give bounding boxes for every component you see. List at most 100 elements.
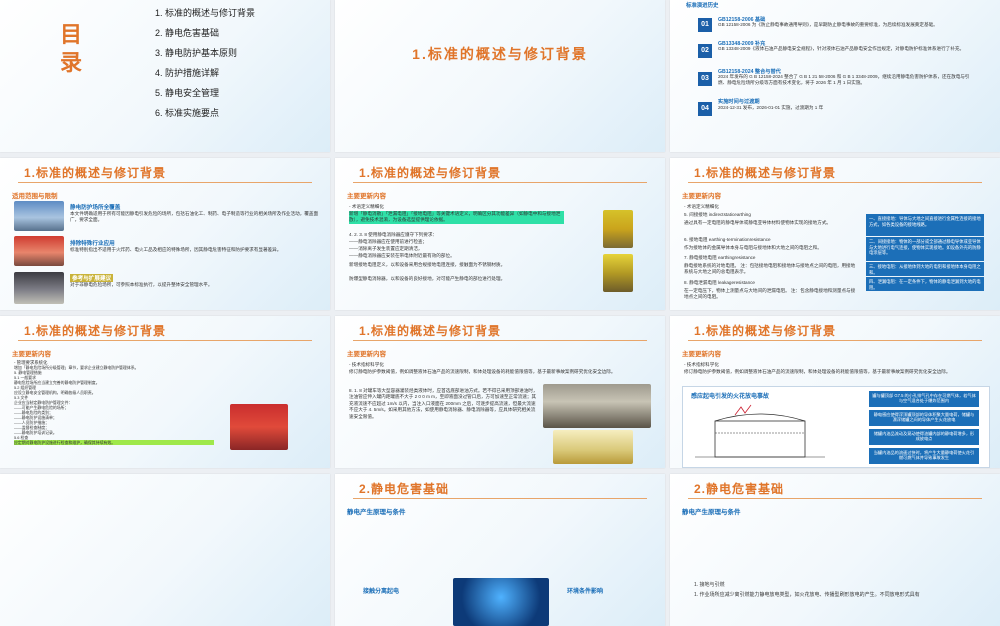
section-heading: 适用范围与限制 [12, 193, 58, 200]
title-divider [18, 340, 312, 341]
section-heading: 主要更新内容 [682, 193, 721, 200]
slide-tech-2[interactable]: 1.标准的概述与修订背景 主要更新内容 - 技术指标科学化 修订静电防护参数阈值… [670, 316, 1000, 468]
body-line: 4. 2. 3. 8 使用静电消除器应遵守下列要求： [349, 232, 438, 237]
slide-update-1[interactable]: 1.标准的概述与修订背景 主要更新内容 - 术语定义精细化 新增「静电消散」「泄… [335, 158, 665, 310]
card-title: 排除特殊行业应用 [70, 241, 115, 247]
charge-photo [453, 578, 549, 626]
timeline-heading: 标准演进历史 [686, 3, 719, 9]
flow-step: 罐与罐顶部 G7.5 的小孔排气孔中存在可燃气体，若气体与空气混合处于爆炸范围内 [869, 391, 979, 407]
timeline-body: GB 13348-2009《液体石油产品静电安全规程》，针对液体石油产品静电安全… [718, 46, 965, 51]
toc-item-1[interactable]: 1. 标准的概述与修订背景 [155, 6, 255, 19]
section-heading: 主要更新内容 [682, 351, 721, 358]
section-heading: 静电产生原理与条件 [682, 509, 741, 516]
card-title: 接触分离起电 [363, 589, 400, 595]
timeline-body: GB 12158-2006 为《防止静电事故通用导则》，是早期防止静电事故的重要… [718, 22, 938, 27]
title-divider [688, 340, 982, 341]
slide-hazard-1[interactable]: 2.静电危害基础 静电产生原理与条件 接触分离起电 环境条件影响 [335, 474, 665, 626]
slide-scope[interactable]: 1.标准的概述与修订背景 适用范围与限制 静电防护场所全覆盖 本文件明确适用于所… [0, 158, 330, 310]
card-body: 对于非静电危险场所，可参照本标准执行，以提升整体安全管理水平。 [70, 282, 213, 287]
slide-timeline[interactable]: 标准演进历史 01 GB12158-2006 基础 GB 12158-2006 … [670, 0, 1000, 152]
flow-step: 当罐内油品的流速过快时，将产生大量静电荷使火花引燃可燃气体并导致事故发生 [869, 448, 979, 464]
slide-toc[interactable]: 目录 1. 标准的概述与修订背景 2. 静电危害基础 3. 静电防护基本原则 4… [0, 0, 330, 152]
slide-title: 1.标准的概述与修订背景 [359, 324, 502, 338]
body-highlight: 新增「静电消散」「泄漏电阻」「接地电阻」等关键术语定义，明确区分其功能差异（如静… [349, 211, 564, 224]
timeline-body: 2024-12-31 发布，2026-01-01 实施，过渡期为 1 年 [718, 105, 824, 110]
slide-title: 2.静电危害基础 [694, 482, 785, 496]
body-line: - 技术指标科学化 [349, 362, 384, 367]
title-divider [353, 182, 647, 183]
body-line: 新增接地电阻定义，以和设备采用合规接地电阻连接，接触面为不锈钢材质。 [349, 262, 506, 267]
body-line: 修订静电防护参数阈值，例如调整液体石油产品的流速限制，和体处理设备的耗能值限值等… [349, 369, 616, 374]
industrial-photo [14, 236, 64, 266]
eliminator-photo-2 [603, 254, 633, 292]
slide-title: 1.标准的概述与修订背景 [24, 324, 167, 338]
tank-illustration [695, 404, 825, 458]
slide-title: 1.标准的概述与修订背景 [24, 166, 167, 180]
timeline-num: 03 [698, 72, 712, 86]
timeline-num: 02 [698, 44, 712, 58]
body-line: 作为接地体的金属导体本身与电阻与接地体和大地之间的电阻之和。 [684, 245, 822, 250]
equipment-photo [230, 404, 288, 450]
slide-blank[interactable] [0, 474, 330, 626]
body-line: - 技术指标科学化 [684, 362, 719, 367]
diagram-panel: 感应起电引发的火花放电事故 罐与罐顶部 G7.5 的小孔排气孔中存在可燃气体，若… [682, 386, 990, 468]
body-line: 7. 静电接地电阻 earthingresistance [684, 255, 756, 260]
toc-item-6[interactable]: 6. 标准实施要点 [155, 106, 219, 119]
body-line: 1. 接地与引燃 [694, 582, 725, 588]
section-heading: 主要更新内容 [12, 351, 51, 358]
body-line: 5. 间接接地 indirectstaticearthing [684, 212, 751, 217]
timeline-num: 04 [698, 102, 712, 116]
body-line: 1. 作业场所应减少离引燃能力静电放电类型，如火花放电、传播型刷形放电的产生。不… [694, 592, 920, 598]
facility-photo [14, 272, 64, 304]
loading-diagram [553, 430, 633, 464]
slide-title: 1.标准的概述与修订背景 [694, 324, 837, 338]
card-title: 静电防护场所全覆盖 [70, 205, 121, 211]
section-heading: 主要更新内容 [347, 193, 386, 200]
slide-title: 1.标准的概述与修订背景 [694, 166, 837, 180]
body-line: 修订静电防护参数阈值，例如调整液体石油产品的流速限制，和体处理设备的耗能值限值等… [684, 369, 951, 374]
body-line: ——消除离子发生装置应定期清洁， [349, 246, 423, 251]
toc-item-3[interactable]: 3. 静电防护基本原则 [155, 46, 237, 59]
timeline-body: 2024 年发布的 G B 12158-2024 整合了 G B 1 21 58… [718, 74, 970, 85]
title-divider [18, 182, 312, 183]
toc-item-5[interactable]: 5. 静电安全管理 [155, 86, 219, 99]
toc-item-2[interactable]: 2. 静电危害基础 [155, 26, 219, 39]
slide-hazard-2[interactable]: 2.静电危害基础 静电产生原理与条件 1. 接地与引燃 1. 作业场所应减少离引… [670, 474, 1000, 626]
card-body: 标准特别指出不适用于火炸药、电火工品及相应的特殊场所，因其静电危害特征和防护要求… [70, 247, 282, 252]
factory-photo [14, 201, 64, 231]
body-line: 在一定电压下，物体上测量点与大地间的泄漏电阻。 注：包含静电接地和测量点与接地点… [684, 288, 856, 300]
section-title: 1.标准的概述与修订背景 [412, 46, 588, 62]
card-title: 环境条件影响 [567, 589, 604, 595]
definition-box: 二、间接接地：物体的一部分或全部通过静电导体或亚导体与大地进行电气连接，使物体实… [866, 237, 984, 261]
definition-box: 四、泄漏电阻：在一定条件下，物体的静电泄漏到大地的电阻。 [866, 277, 984, 291]
slide-title: 2.静电危害基础 [359, 482, 450, 496]
body-line: ——静电消除器应在使用前进行检查； [349, 239, 428, 244]
eliminator-photo-1 [603, 210, 633, 248]
title-divider [688, 498, 982, 499]
slide-update-2[interactable]: 1.标准的概述与修订背景 主要更新内容 - 术语定义精细化 5. 间接接地 in… [670, 158, 1000, 310]
body-line: - 术语定义精细化 [349, 204, 384, 209]
body-line: - 术语定义精细化 [684, 204, 719, 209]
title-divider [353, 498, 647, 499]
slide-tech-1[interactable]: 1.标准的概述与修订背景 主要更新内容 - 技术指标科学化 修订静电防护参数阈值… [335, 316, 665, 468]
body-line: 通过具有一定电阻的静电导体或静电亚导体材料使物体实现的接地方式。 [684, 220, 832, 225]
section-heading: 静电产生原理与条件 [347, 509, 406, 516]
flow-step: 储罐内油品流动及晃动使得油罐内部的静电荷增多，形成放电点 [869, 429, 979, 445]
title-divider [688, 182, 982, 183]
body-line: 8. 1. 8 对罐车等大型容器灌装烃类液体时，应首选底部进油方式。若不得已采用… [349, 388, 538, 419]
slide-section-1[interactable]: 1.标准的概述与修订背景 [335, 0, 665, 152]
section-heading: 主要更新内容 [347, 351, 386, 358]
body-line: 8. 静电泄漏电阻 leakageresistance [684, 280, 755, 285]
body-line: 6. 接地电阻 earthing-terminationresistance [684, 237, 771, 242]
toc-item-4[interactable]: 4. 防护措施详解 [155, 66, 219, 79]
diagram-title: 感应起电引发的火花放电事故 [691, 394, 770, 400]
card-title: 参考与扩展建议 [70, 274, 114, 282]
body-line: ——静电消除器应安装在带电体附近最有效的部位。 [349, 253, 455, 258]
definition-box: 三、接地电阻：从接地体到大地的电阻和接地体本身电阻之和。 [866, 262, 984, 276]
timeline-title: 实施时间与过渡期 [718, 99, 760, 105]
body-line: 静电接地系统的对地电阻。 注：包括接地电阻和接地体与接地点之间的电阻，用接地系统… [684, 263, 856, 275]
body-line: 防爆型静电消除器，以和设备的良好接地，对可能产生静电的部位进行处理。 [349, 276, 506, 281]
tanker-photo [543, 384, 651, 428]
slide-management[interactable]: 1.标准的概述与修订背景 主要更新内容 - 管理要求系统化 增加「静电危险场所分… [0, 316, 330, 468]
flow-step: 静电感应使得浮顶罐顶部的导体积聚大量电荷，储罐与漂浮储罐之间的导体产生火花放电 [869, 410, 979, 426]
